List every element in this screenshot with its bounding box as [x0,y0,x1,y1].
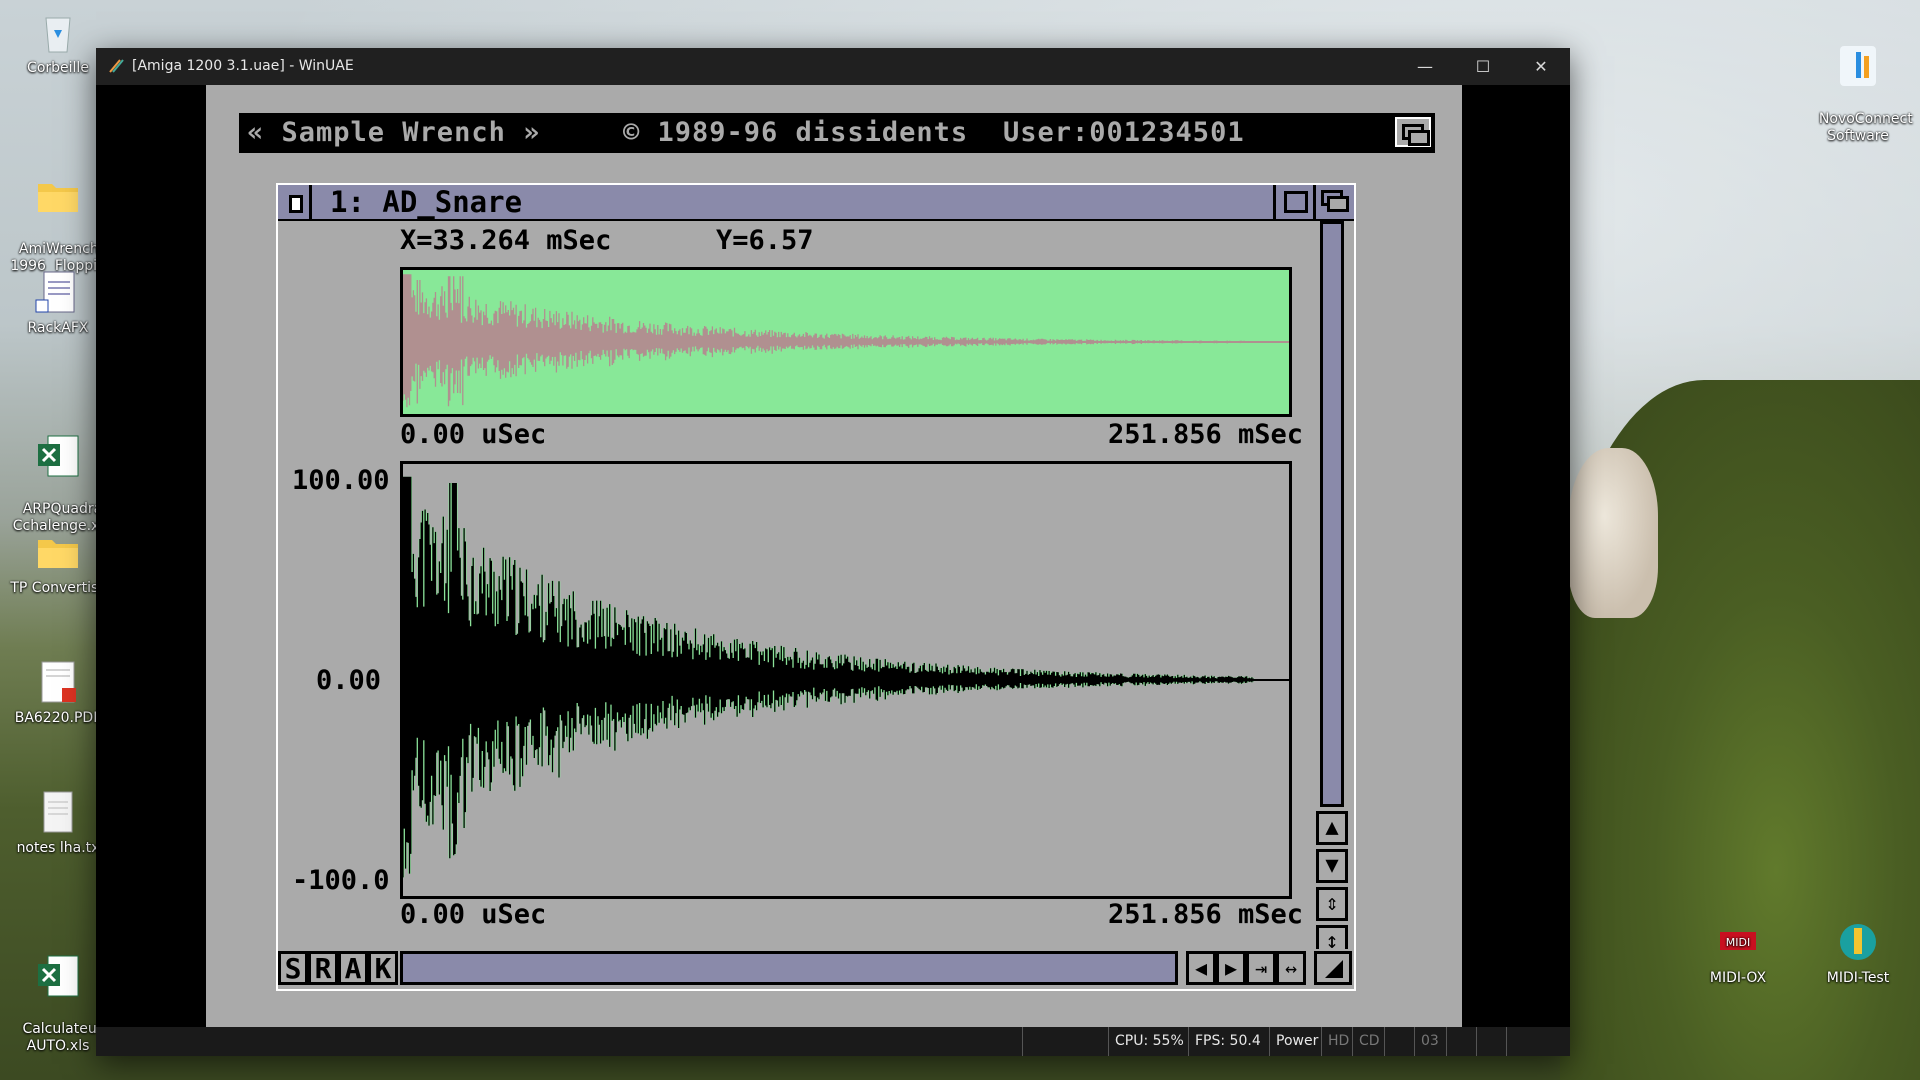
drive-slot [1506,1027,1535,1056]
s-button[interactable]: S [278,951,308,985]
hd-led: HD [1321,1027,1349,1056]
cd-led: CD [1352,1027,1380,1056]
drive-slot [1446,1027,1475,1056]
overview-start-time: 0.00 uSec [400,419,547,450]
desktop-icon-label: MIDI-OX [1709,970,1767,986]
y-axis-max: 100.00 [292,465,390,496]
user-id: User:001234501 [1003,117,1245,148]
desktop-sheep [1568,448,1658,618]
k-button[interactable]: K [368,951,398,985]
window-size-gadget[interactable] [1314,951,1352,985]
copyright-text: © 1989-96 dissidents [623,117,969,148]
midi-test-icon [1840,924,1876,960]
scroll-up-button[interactable]: ▲ [1316,811,1348,845]
window-title: [Amiga 1200 3.1.uae] - WinUAE [132,58,354,74]
fps-status: FPS: 50.4 [1188,1027,1261,1056]
scroll-left-button[interactable]: ◀ [1186,951,1216,985]
status-bar: CPU: 55% FPS: 50.4 Power HD CD 03 [96,1027,1570,1056]
zoom-out-button[interactable]: ↔ [1276,951,1306,985]
window-titlebar[interactable]: [Amiga 1200 3.1.uae] - WinUAE — ☐ ✕ [96,48,1570,85]
svg-text:MIDI: MIDI [1726,936,1750,949]
window-zoom-gadget[interactable] [1273,185,1313,219]
screen-depth-gadget[interactable] [1395,117,1431,147]
main-start-time: 0.00 uSec [400,899,547,930]
main-waveform [401,476,1289,878]
main-end-time: 251.856 mSec [1108,899,1304,930]
folder-icon [38,540,78,568]
amiga-screen-titlebar: « Sample Wrench » © 1989-96 dissidents U… [239,113,1435,153]
desktop-icon-label: MIDI-Test [1826,970,1890,986]
cpu-status: CPU: 55% [1108,1027,1184,1056]
a-button[interactable]: A [338,951,368,985]
vertical-scroll-track[interactable] [1320,221,1344,807]
maximize-button[interactable]: ☐ [1454,48,1512,85]
drive-slot [1384,1027,1413,1056]
text-file-icon [43,791,73,833]
desktop-icon-label: Calculateur AUTO.xls [22,1021,103,1054]
overview-waveform [402,274,1289,408]
power-led: Power [1269,1027,1318,1056]
waveform-overview[interactable] [400,267,1292,417]
desktop-icon-label: BA6220.PDF [14,710,102,726]
winuae-app-icon [109,59,124,73]
desktop-icon-midi-test[interactable]: MIDI-Test [1810,918,1906,987]
vertical-scrollbar[interactable]: ▲ ▼ ⇕ ↕ [1314,221,1352,981]
sample-window: 1: AD_Snare X=33.264 mSec Y=6.57 0.00 uS… [276,183,1356,991]
y-axis-zero: 0.00 [316,665,382,696]
window-close-gadget[interactable] [278,185,312,219]
bottom-control-bar: S R A K ◀ ▶ ⇥ ↔ [278,949,1354,989]
desktop-icon-calculateur[interactable]: Calculateur AUTO.xls [10,918,106,1055]
desktop-icon-arpquadra[interactable]: ARPQuadra Cchalenge.xl [10,398,106,535]
zoom-in-button[interactable]: ⇥ [1246,951,1276,985]
drive-slot [1476,1027,1505,1056]
desktop-icon-label: notes lha.tx [16,840,100,856]
novoconnect-icon [1840,46,1876,86]
desktop-icon-amiwrench[interactable]: AmiWrench 3. 1996 Floppie [10,138,117,275]
desktop-icon-tp-convertisseur[interactable]: TP Convertiss [10,528,106,597]
midi-ox-icon: MIDI [1720,932,1756,950]
overview-end-time: 251.856 mSec [1108,419,1304,450]
status-slot-empty [1022,1027,1089,1056]
screen-title: « Sample Wrench » [247,117,541,148]
scroll-right-button[interactable]: ▶ [1216,951,1246,985]
minimize-button[interactable]: — [1396,48,1454,85]
horizontal-scroll-track[interactable] [400,951,1178,985]
folder-icon [38,184,78,212]
amiga-screen: « Sample Wrench » © 1989-96 dissidents U… [206,85,1462,1027]
desktop-icon-label: NovoConnect Software [1818,111,1913,144]
desktop-icon-novoconnect[interactable]: NovoConnect Software [1810,8,1913,145]
y-axis-min: -100.0 [292,865,390,896]
sample-window-titlebar[interactable]: 1: AD_Snare [278,185,1354,221]
vertical-zoom-in-button[interactable]: ⇕ [1316,887,1348,921]
close-button[interactable]: ✕ [1512,48,1570,85]
drive-counter: 03 [1414,1027,1439,1056]
scroll-down-button[interactable]: ▼ [1316,849,1348,883]
pdf-file-icon [41,661,76,703]
desktop-icon-label: TP Convertiss [10,580,106,596]
waveform-main-view[interactable] [400,461,1292,899]
window-depth-gadget[interactable] [1313,185,1354,219]
excel-file-icon [38,435,79,477]
desktop-icon-midi-ox[interactable]: MIDI MIDI-OX [1690,918,1786,987]
sample-window-title: 1: AD_Snare [330,185,523,219]
y-cursor-readout: Y=6.57 [716,225,814,256]
winuae-window: [Amiga 1200 3.1.uae] - WinUAE — ☐ ✕ « Sa… [96,48,1570,1056]
desktop-icon-notes-lha[interactable]: notes lha.tx [10,788,106,857]
excel-file-icon [38,955,79,997]
desktop-icon-label: RackAFX [27,320,89,336]
document-shortcut-icon [35,271,75,313]
recycle-bin-icon [45,17,71,53]
desktop-icon-ba6220-pdf[interactable]: BA6220.PDF [10,658,106,727]
desktop-icon-label: Corbeille [27,60,89,76]
x-cursor-readout: X=33.264 mSec [400,225,612,256]
desktop-icon-recycle-bin[interactable]: Corbeille [10,8,106,77]
r-button[interactable]: R [308,951,338,985]
desktop-icon-rackafx[interactable]: RackAFX [10,268,106,337]
